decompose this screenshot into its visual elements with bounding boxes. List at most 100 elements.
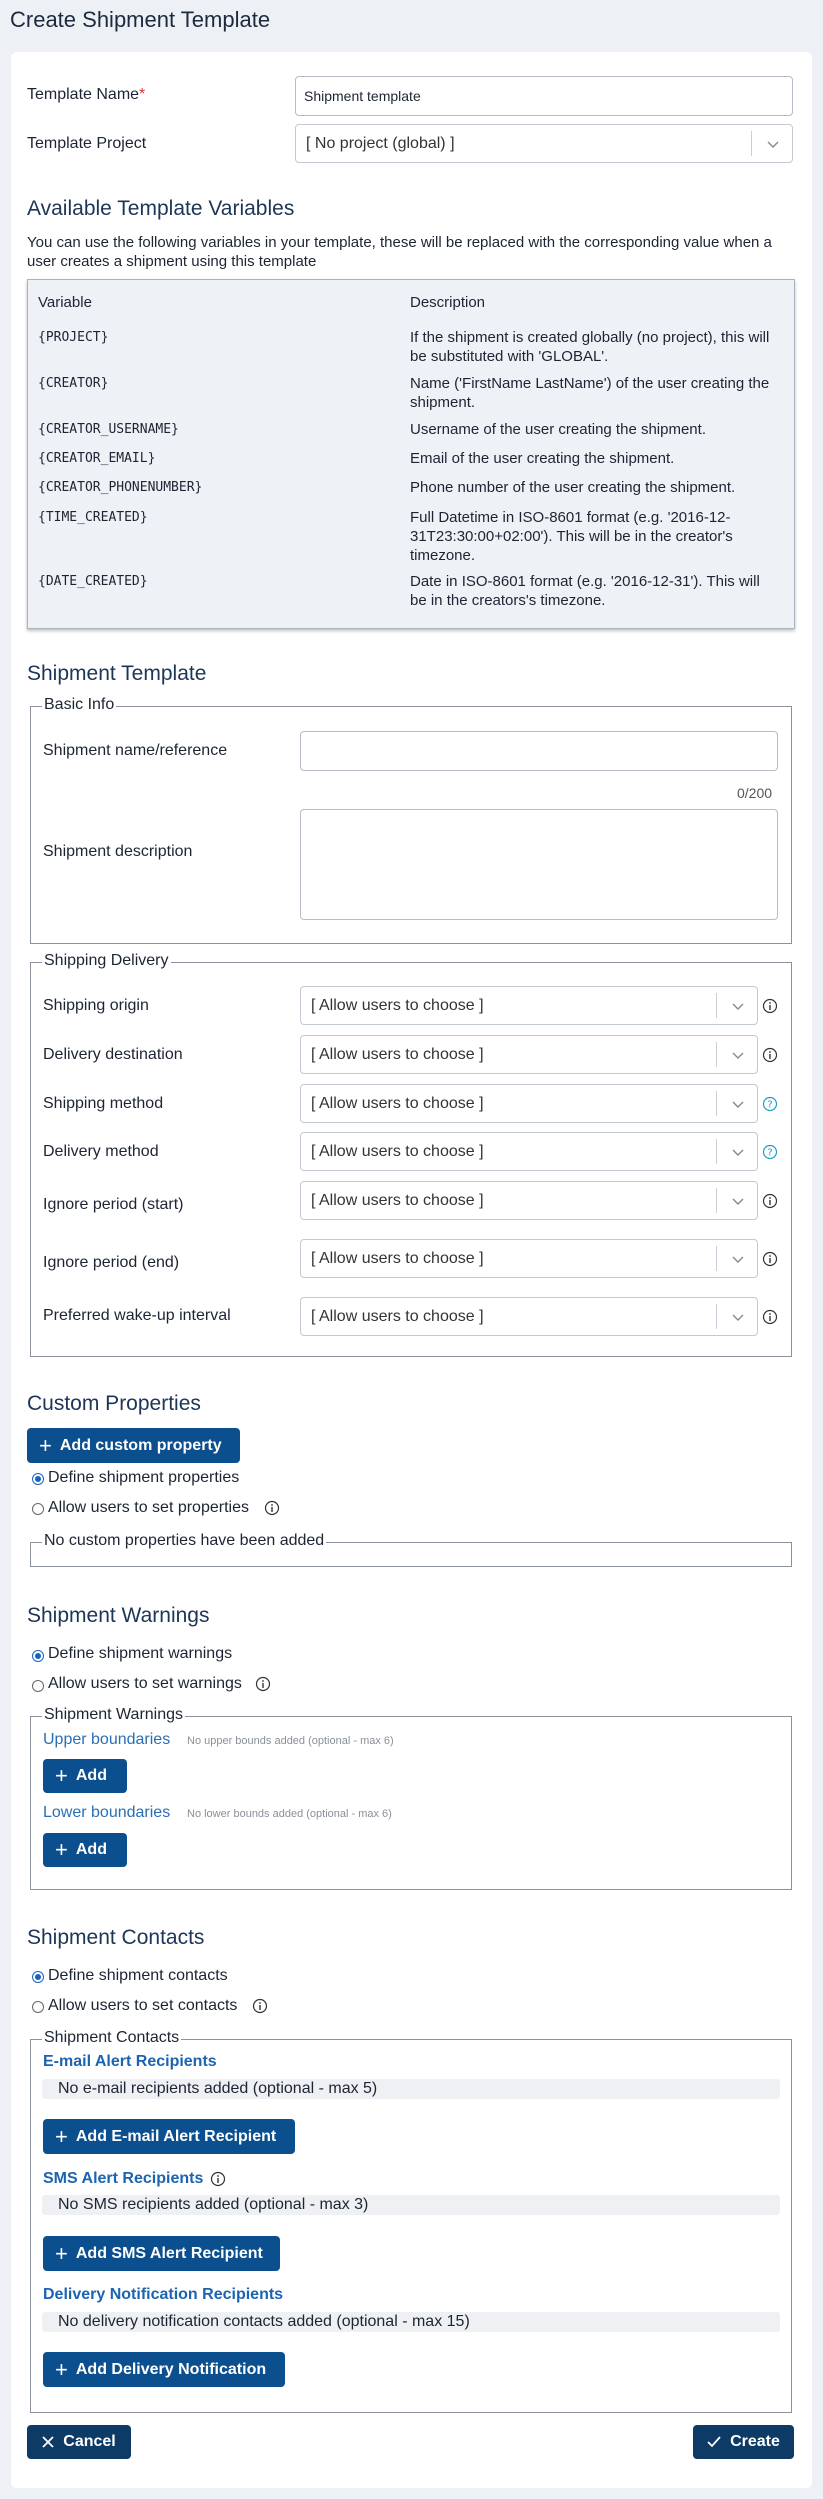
variables-heading: Available Template Variables xyxy=(27,197,295,220)
define-contacts-label: Define shipment contacts xyxy=(48,1967,228,1984)
shipping-method-select[interactable]: [ Allow users to choose ] xyxy=(300,1084,758,1123)
add-sms-recipient-button[interactable]: + Add SMS Alert Recipient xyxy=(43,2236,280,2271)
close-icon xyxy=(42,2436,54,2448)
lower-boundaries-hint: No lower bounds added (optional - max 6) xyxy=(187,1808,392,1820)
variable-name: {TIME_CREATED} xyxy=(38,510,148,525)
add-lower-boundary-button[interactable]: + Add xyxy=(43,1833,127,1867)
define-contacts-radio[interactable] xyxy=(32,1971,44,1983)
variable-description: Full Datetime in ISO-8601 format (e.g. '… xyxy=(410,509,733,564)
allow-properties-radio[interactable] xyxy=(32,1503,44,1515)
chevron-down-icon xyxy=(732,1101,744,1108)
help-icon[interactable]: ? xyxy=(762,1144,778,1160)
variable-column-header: Variable xyxy=(38,294,92,311)
wakeup-interval-label: Preferred wake-up interval xyxy=(43,1307,231,1324)
info-icon[interactable] xyxy=(762,1309,778,1325)
delivery-method-label: Delivery method xyxy=(43,1143,159,1160)
shipment-warnings-legend: Shipment Warnings xyxy=(42,1706,186,1724)
create-button[interactable]: Create xyxy=(693,2425,794,2459)
chevron-down-icon xyxy=(732,1198,744,1205)
info-icon[interactable] xyxy=(762,998,778,1014)
add-delivery-notification-button[interactable]: + Add Delivery Notification xyxy=(43,2352,285,2387)
plus-icon: + xyxy=(55,1837,68,1862)
variable-description: Phone number of the user creating the sh… xyxy=(410,479,736,496)
variable-name: {PROJECT} xyxy=(38,330,109,345)
delivery-recipients-heading: Delivery Notification Recipients xyxy=(43,2286,284,2303)
wakeup-interval-select[interactable]: [ Allow users to choose ] xyxy=(300,1297,758,1336)
delivery-destination-label: Delivery destination xyxy=(43,1046,183,1063)
variable-description: Date in ISO-8601 format (e.g. '2016-12-3… xyxy=(410,573,760,609)
allow-contacts-label: Allow users to set contacts xyxy=(48,1997,238,2014)
shipping-method-label: Shipping method xyxy=(43,1095,164,1112)
ignore-period-end-select[interactable]: [ Allow users to choose ] xyxy=(300,1239,758,1278)
no-custom-properties-legend: No custom properties have been added xyxy=(42,1532,327,1550)
plus-icon: + xyxy=(55,2240,68,2266)
allow-warnings-radio[interactable] xyxy=(32,1680,44,1692)
shipping-origin-select[interactable]: [ Allow users to choose ] xyxy=(300,986,758,1025)
chevron-down-icon xyxy=(767,141,779,148)
description-column-header: Description xyxy=(410,294,486,311)
info-icon[interactable] xyxy=(210,2171,226,2187)
ignore-period-end-label: Ignore period (end) xyxy=(43,1254,180,1271)
add-custom-property-button[interactable]: + Add custom property xyxy=(27,1428,240,1463)
info-icon[interactable] xyxy=(264,1500,280,1516)
allow-properties-label: Allow users to set properties xyxy=(48,1499,249,1516)
shipping-delivery-legend: Shipping Delivery xyxy=(42,952,171,970)
email-recipients-heading: E-mail Alert Recipients xyxy=(43,2053,217,2070)
basic-info-legend: Basic Info xyxy=(42,696,117,714)
character-counter: 0/200 xyxy=(737,785,773,801)
variable-name: {CREATOR} xyxy=(38,376,109,391)
svg-text:?: ? xyxy=(767,1100,772,1111)
ignore-period-start-select[interactable]: [ Allow users to choose ] xyxy=(300,1181,758,1220)
plus-icon: + xyxy=(55,2123,68,2149)
define-properties-radio[interactable] xyxy=(32,1473,44,1485)
plus-icon: + xyxy=(55,1763,68,1788)
info-icon[interactable] xyxy=(255,1676,271,1692)
define-properties-label: Define shipment properties xyxy=(48,1469,240,1486)
chevron-down-icon xyxy=(732,1314,744,1321)
add-upper-boundary-button[interactable]: + Add xyxy=(43,1759,127,1793)
cancel-button[interactable]: Cancel xyxy=(27,2425,131,2459)
plus-icon: + xyxy=(55,2356,68,2382)
shipment-contacts-heading: Shipment Contacts xyxy=(27,1926,205,1949)
variable-description: Email of the user creating the shipment. xyxy=(410,450,675,467)
variable-description: Username of the user creating the shipme… xyxy=(410,421,706,438)
upper-boundaries-label: Upper boundaries xyxy=(43,1731,171,1748)
ignore-period-start-label: Ignore period (start) xyxy=(43,1196,184,1213)
info-icon[interactable] xyxy=(762,1193,778,1209)
variable-name: {CREATOR_USERNAME} xyxy=(38,422,179,437)
info-icon[interactable] xyxy=(762,1251,778,1267)
variables-table: Variable Description {PROJECT} If the sh… xyxy=(27,279,795,629)
variable-name: {CREATOR_PHONENUMBER} xyxy=(38,480,203,495)
info-icon[interactable] xyxy=(252,1998,268,2014)
variable-description: If the shipment is created globally (no … xyxy=(410,329,770,365)
plus-icon: + xyxy=(39,1432,52,1458)
template-name-label: Template Name* xyxy=(27,86,146,103)
info-icon[interactable] xyxy=(762,1047,778,1063)
delivery-recipients-empty: No delivery notification contacts added … xyxy=(42,2312,780,2332)
shipment-description-textarea[interactable] xyxy=(300,809,778,920)
define-warnings-label: Define shipment warnings xyxy=(48,1645,233,1662)
allow-contacts-radio[interactable] xyxy=(32,2001,44,2013)
check-icon xyxy=(707,2436,721,2448)
shipment-template-heading: Shipment Template xyxy=(27,662,207,685)
help-icon[interactable]: ? xyxy=(762,1096,778,1112)
delivery-method-select[interactable]: [ Allow users to choose ] xyxy=(300,1132,758,1171)
define-warnings-radio[interactable] xyxy=(32,1650,44,1662)
allow-warnings-label: Allow users to set warnings xyxy=(48,1675,242,1692)
variable-name: {DATE_CREATED} xyxy=(38,574,148,589)
email-recipients-empty: No e-mail recipients added (optional - m… xyxy=(42,2079,780,2099)
template-project-select[interactable]: [ No project (global) ] xyxy=(295,124,793,163)
add-email-recipient-button[interactable]: + Add E-mail Alert Recipient xyxy=(43,2119,295,2154)
shipment-description-label: Shipment description xyxy=(43,843,193,860)
chevron-down-icon xyxy=(732,1256,744,1263)
shipment-name-label: Shipment name/reference xyxy=(43,742,228,759)
variable-description: Name ('FirstName LastName') of the user … xyxy=(410,375,770,411)
shipping-origin-label: Shipping origin xyxy=(43,997,149,1014)
shipment-warnings-heading: Shipment Warnings xyxy=(27,1604,210,1627)
chevron-down-icon xyxy=(732,1149,744,1156)
delivery-destination-select[interactable]: [ Allow users to choose ] xyxy=(300,1035,758,1074)
shipment-name-input[interactable] xyxy=(300,731,778,771)
chevron-down-icon xyxy=(732,1052,744,1059)
sms-recipients-empty: No SMS recipients added (optional - max … xyxy=(42,2195,780,2215)
template-name-input[interactable]: Shipment template xyxy=(295,76,793,116)
